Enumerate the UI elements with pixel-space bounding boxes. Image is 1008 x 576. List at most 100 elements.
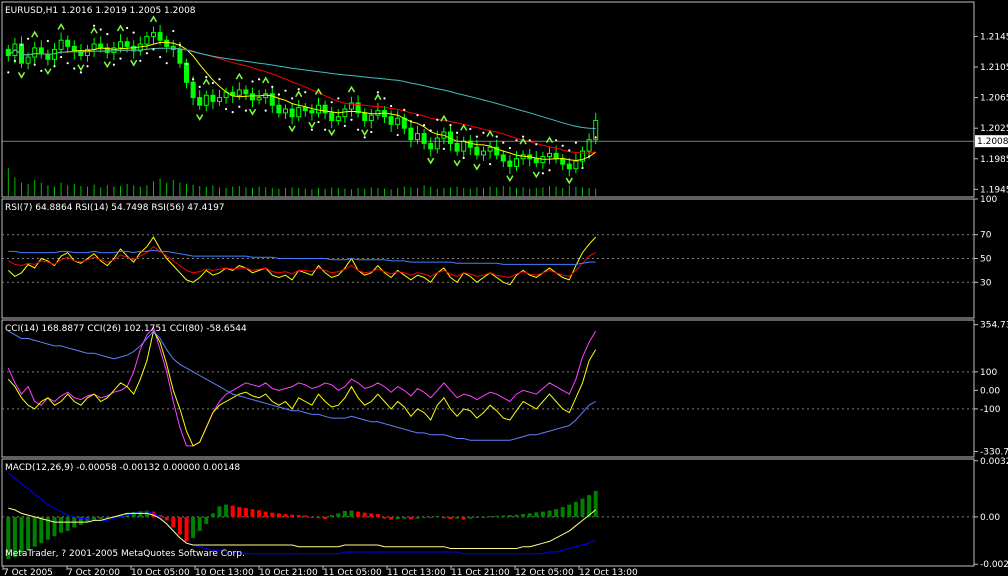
candle-body xyxy=(408,127,414,141)
sar-dot xyxy=(178,43,181,46)
macd-histogram-bar xyxy=(316,516,321,519)
time-tick-label: 7 Oct 20:00 xyxy=(67,568,120,576)
time-tick-label: 10 Oct 13:00 xyxy=(195,568,254,576)
sar-dot xyxy=(357,128,360,131)
sar-dot xyxy=(277,93,280,96)
macd-histogram-bar xyxy=(369,513,374,517)
candle-body xyxy=(507,160,513,167)
sar-dot xyxy=(588,155,591,158)
sar-dot xyxy=(119,57,122,60)
sar-dot xyxy=(264,109,267,112)
sar-dot xyxy=(79,71,82,74)
candle-body xyxy=(547,152,552,157)
chart-background xyxy=(0,0,1008,576)
trading-chart-window[interactable]: 1.2145 1.2105 1.2065 1.2025 1.1985 1.1945 1.20… xyxy=(0,0,1008,576)
macd-histogram-bar xyxy=(26,516,31,551)
candle-body xyxy=(454,142,460,152)
price-panel-title: EURUSD,H1 1.2016 1.2019 1.2005 1.2008 xyxy=(5,6,196,16)
macd-histogram-bar xyxy=(276,513,281,517)
sar-dot xyxy=(548,169,551,172)
macd-histogram-bar xyxy=(402,516,407,519)
sar-dot xyxy=(106,33,109,36)
sar-dot xyxy=(436,118,439,121)
candle-body xyxy=(65,39,71,47)
macd-histogram-bar xyxy=(204,516,209,524)
sar-dot xyxy=(198,85,201,88)
sar-dot xyxy=(93,24,96,27)
candle-body xyxy=(151,32,156,37)
macd-histogram-bar xyxy=(263,511,268,517)
sar-dot xyxy=(165,62,168,65)
candle-body xyxy=(58,39,64,50)
macd-histogram-bar xyxy=(65,516,70,531)
macd-histogram-bar xyxy=(441,516,446,519)
axis-tick-label: 100 xyxy=(980,368,997,378)
time-tick-label: 11 Oct 21:00 xyxy=(451,568,510,576)
candle-body xyxy=(32,47,38,58)
macd-histogram-bar xyxy=(171,516,176,528)
axis-tick-label: 354.730 xyxy=(980,321,1008,331)
sar-dot xyxy=(46,39,50,43)
sar-dot xyxy=(13,59,16,62)
candle-body xyxy=(197,97,203,106)
candle-body xyxy=(316,104,321,114)
macd-histogram-bar xyxy=(507,515,512,517)
candle-body xyxy=(243,89,249,95)
macd-histogram-bar xyxy=(567,504,572,517)
macd-histogram-bar xyxy=(32,516,37,547)
sar-dot xyxy=(541,172,545,175)
axis-tick-label: 1.2145 xyxy=(980,32,1008,42)
macd-histogram-bar xyxy=(408,516,413,520)
macd-histogram-bar xyxy=(455,516,460,519)
sar-dot xyxy=(284,89,287,92)
sar-dot xyxy=(508,146,511,150)
axis-tick-label: 50 xyxy=(980,255,992,265)
sar-dot xyxy=(60,55,63,59)
sar-dot xyxy=(475,135,478,138)
candle-body xyxy=(467,140,473,148)
candle-body xyxy=(421,133,427,144)
candle-body xyxy=(144,35,150,45)
macd-histogram-bar xyxy=(303,515,308,517)
macd-histogram-bar xyxy=(461,516,466,520)
sar-dot xyxy=(211,81,214,85)
macd-histogram-bar xyxy=(554,509,559,517)
sar-dot xyxy=(423,124,426,127)
sar-dot xyxy=(390,104,393,108)
candle-body xyxy=(111,47,117,53)
macd-histogram-bar xyxy=(395,516,400,519)
candle-body xyxy=(25,56,31,64)
sar-dot xyxy=(310,128,313,131)
candle-body xyxy=(184,62,189,83)
axis-tick-label: -0.0027 xyxy=(980,560,1008,570)
candle-body xyxy=(177,48,183,64)
candle-body xyxy=(217,97,222,102)
sar-dot xyxy=(192,78,195,81)
candle-body xyxy=(434,137,440,150)
candle-body xyxy=(401,117,407,129)
macd-histogram-bar xyxy=(474,516,479,518)
sar-dot xyxy=(27,37,30,40)
macd-histogram-bar xyxy=(177,516,182,535)
time-tick-label: 11 Oct 13:00 xyxy=(387,568,446,576)
candle-body xyxy=(91,43,97,50)
macd-histogram-bar xyxy=(435,515,440,517)
sar-dot xyxy=(251,80,254,83)
macd-histogram-bar xyxy=(375,514,380,517)
candle-body xyxy=(157,32,163,41)
candle-body xyxy=(296,107,302,118)
sar-dot xyxy=(594,136,597,139)
sar-dot xyxy=(581,166,584,170)
sar-dot xyxy=(53,65,56,68)
sar-dot xyxy=(99,28,102,31)
sar-dot xyxy=(185,62,188,66)
macd-histogram-bar xyxy=(389,516,394,520)
macd-histogram-bar xyxy=(560,507,565,517)
sar-dot xyxy=(205,75,208,79)
sar-dot xyxy=(568,149,571,152)
candle-body xyxy=(302,107,308,112)
sar-dot xyxy=(535,143,538,146)
time-tick-label: 12 Oct 13:00 xyxy=(579,568,638,576)
last-price-label: 1.2008 xyxy=(977,137,1008,147)
sar-dot xyxy=(370,130,373,134)
